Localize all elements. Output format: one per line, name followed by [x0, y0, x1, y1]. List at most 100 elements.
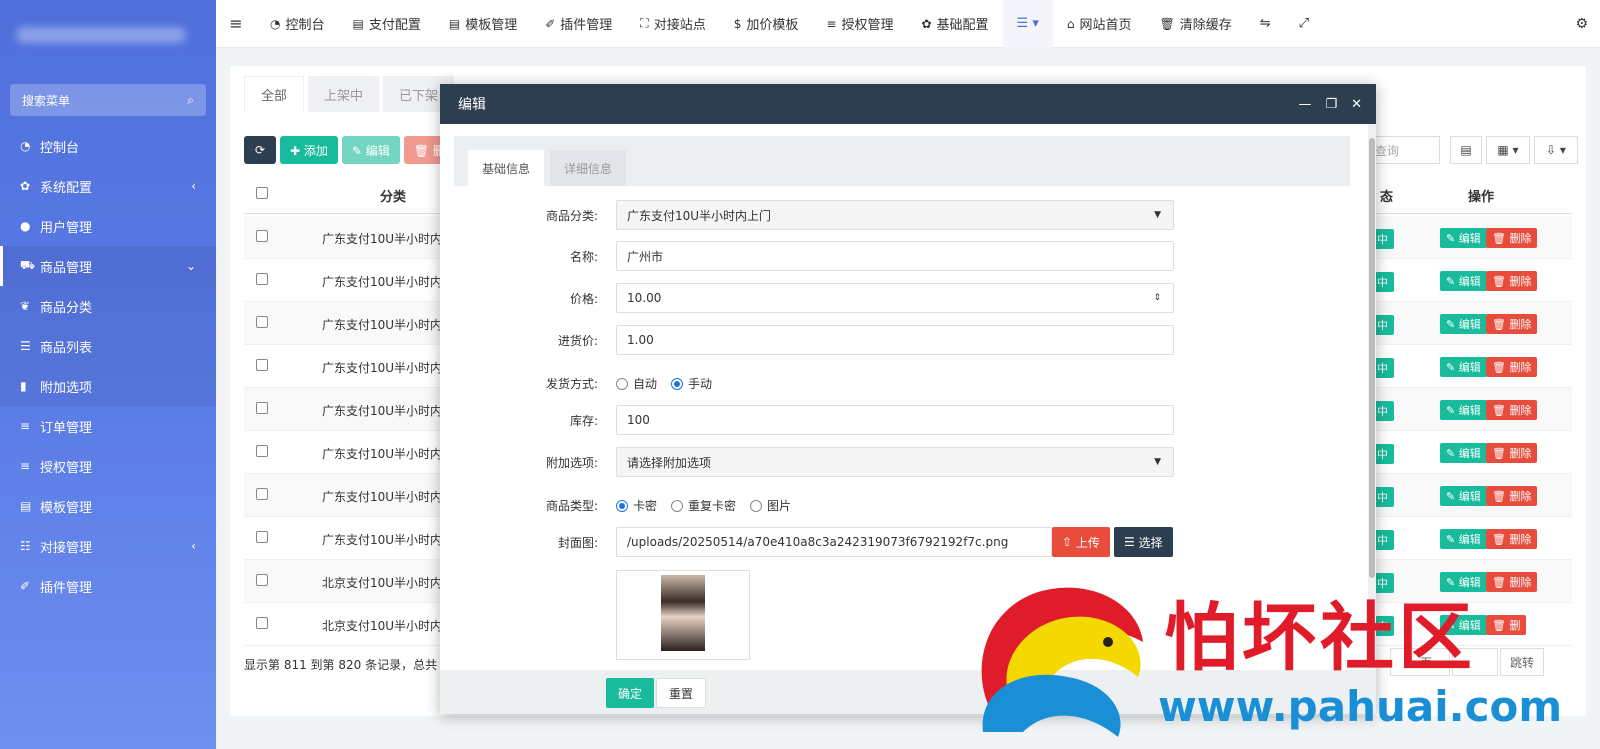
sidebar-item-11[interactable]: ✐ 插件管理 [0, 566, 216, 606]
menu-toggle-icon[interactable]: ≡ [216, 14, 256, 33]
modal-window-controls: — ❐ ✕ [1298, 84, 1362, 124]
sidebar-item-2[interactable]: ● 用户管理 [0, 206, 216, 246]
row-checkbox[interactable] [256, 574, 268, 586]
tab-basic-info[interactable]: 基础信息 [468, 150, 545, 186]
reset-button[interactable]: 重置 [656, 678, 707, 708]
row-edit-button[interactable]: ✎ 编辑 [1440, 271, 1487, 291]
row-edit-button[interactable]: ✎ 编辑 [1440, 486, 1487, 506]
row-edit-button[interactable]: ✎ 编辑 [1440, 314, 1487, 334]
list-dropdown-button[interactable]: ☰ ▾ [1002, 0, 1053, 48]
sidebar-item-7[interactable]: ≡ 订单管理 [0, 406, 216, 446]
tab-all[interactable]: 全部 [244, 76, 305, 112]
sidebar-item-0[interactable]: ◔ 控制台 [0, 126, 216, 166]
row-checkbox[interactable] [256, 402, 268, 414]
price-input[interactable]: 10.00 ⇕ [616, 283, 1174, 313]
sidebar-item-10[interactable]: ☷ 对接管理 ‹ [0, 526, 216, 566]
plug-icon: ✐ [20, 579, 31, 593]
close-icon[interactable]: ✕ [1351, 97, 1362, 112]
cover-path-input[interactable]: /uploads/20250514/a70e410a8c3a242319073f… [616, 527, 1052, 557]
topnav-item-items-7[interactable]: ✿ 基础配置 [907, 0, 1002, 48]
form-row-addon: 附加选项: 请选择附加选项 ▼ [440, 447, 1376, 477]
sidebar-search[interactable]: 搜索菜单 ⌕ [10, 84, 206, 116]
row-edit-button[interactable]: ✎ 编辑 [1440, 357, 1487, 377]
sidebar-item-1[interactable]: ✿ 系统配置 ‹ [0, 166, 216, 206]
sidebar-item-6[interactable]: ▮ 附加选项 [0, 366, 216, 406]
sidebar-item-4[interactable]: ❦ 商品分类 [0, 286, 216, 326]
row-delete-button[interactable]: 🗑 删除 [1486, 486, 1538, 506]
delivery-auto-radio[interactable]: 自动 [616, 375, 657, 392]
row-delete-button[interactable]: 🗑 删除 [1486, 529, 1538, 549]
table-search-input[interactable]: 查询 [1368, 136, 1440, 164]
row-edit-button[interactable]: ✎ 编辑 [1440, 529, 1487, 549]
scroll-thumb[interactable] [1369, 138, 1375, 578]
header-status: 态 [1380, 190, 1394, 205]
trash-icon: 🗑 [1159, 16, 1175, 31]
upload-button[interactable]: ⇧ 上传 [1052, 527, 1110, 557]
row-delete-button[interactable]: 🗑 删除 [1486, 357, 1538, 377]
row-checkbox[interactable] [256, 531, 268, 543]
topnav-item-items-2[interactable]: ▤ 模板管理 [435, 0, 531, 48]
maximize-icon[interactable]: ❐ [1325, 97, 1337, 112]
type-image-radio[interactable]: 图片 [750, 497, 791, 514]
row-delete-button[interactable]: 🗑 删除 [1486, 271, 1538, 291]
export-icon[interactable]: ⇩ ▾ [1534, 136, 1578, 164]
select-all-checkbox[interactable] [256, 187, 268, 199]
delivery-manual-radio[interactable]: 手动 [671, 375, 712, 392]
topnav-item-items-1[interactable]: ▤ 支付配置 [339, 0, 435, 48]
addon-select[interactable]: 请选择附加选项 ▼ [616, 447, 1174, 477]
type-card-radio[interactable]: 卡密 [616, 497, 657, 514]
modal-header: 编辑 — ❐ ✕ [440, 84, 1376, 124]
toggle-view-icon[interactable]: ▤ [1450, 136, 1482, 164]
row-checkbox[interactable] [256, 230, 268, 242]
row-edit-button[interactable]: ✎ 编辑 [1440, 443, 1487, 463]
topnav-item-right_items-1[interactable]: 🗑 清除缓存 [1145, 0, 1245, 48]
row-checkbox[interactable] [256, 488, 268, 500]
row-delete-button[interactable]: 🗑 删除 [1486, 228, 1538, 248]
row-delete-button[interactable]: 🗑 删除 [1486, 443, 1538, 463]
row-delete-button[interactable]: 🗑 删除 [1486, 400, 1538, 420]
fullscreen-icon[interactable]: ⤢ [1285, 0, 1323, 48]
sidebar-item-9[interactable]: ▤ 模板管理 [0, 486, 216, 526]
settings-gear-icon[interactable]: ⚙ [1575, 16, 1588, 32]
tab-on-sale[interactable]: 上架中 [308, 76, 380, 112]
minimize-icon[interactable]: — [1298, 97, 1311, 112]
sidebar-item-label: 控制台 [40, 140, 80, 156]
columns-icon[interactable]: ▦ ▾ [1486, 136, 1530, 164]
row-checkbox[interactable] [256, 445, 268, 457]
modal-title: 编辑 [458, 97, 486, 113]
tab-detail-info[interactable]: 详细信息 [550, 150, 627, 186]
row-category: 广东支付10U半小时内 [322, 232, 443, 246]
row-checkbox[interactable] [256, 273, 268, 285]
delivery-radios: 自动 手动 [616, 375, 712, 392]
confirm-button[interactable]: 确定 [606, 678, 655, 708]
topnav-item-items-0[interactable]: ◔ 控制台 [256, 0, 339, 48]
row-checkbox[interactable] [256, 316, 268, 328]
topnav-item-items-4[interactable]: ⛶ 对接站点 [626, 0, 719, 48]
sidebar-item-3[interactable]: ⛟ 商品管理 ⌄ [0, 246, 216, 286]
refresh-button[interactable]: ⟳ [244, 136, 276, 164]
topnav-item-items-5[interactable]: $ 加价模板 [720, 0, 813, 48]
row-edit-button[interactable]: ✎ 编辑 [1440, 228, 1487, 248]
stock-input[interactable]: 100 [616, 405, 1174, 435]
category-select[interactable]: 广东支付10U半小时内上门 ▼ [616, 200, 1174, 230]
topnav-item-right_items-0[interactable]: ⌂ 网站首页 [1053, 0, 1146, 48]
row-checkbox[interactable] [256, 359, 268, 371]
type-repeat-card-radio[interactable]: 重复卡密 [671, 497, 736, 514]
topnav-item-items-3[interactable]: ✐ 插件管理 [531, 0, 626, 48]
cover-thumbnail [616, 570, 750, 660]
cost-input[interactable]: 1.00 [616, 325, 1174, 355]
row-delete-button[interactable]: 🗑 删除 [1486, 314, 1538, 334]
spinner-icon[interactable]: ⇕ [1153, 293, 1161, 303]
edit-button[interactable]: ✎ 编辑 [341, 136, 400, 164]
choose-button[interactable]: ☰ 选择 [1114, 527, 1173, 557]
add-button[interactable]: ✚ 添加 [280, 136, 338, 164]
watermark: 怕坏社区 www.pahuai.com [968, 572, 1588, 744]
translate-icon[interactable]: ⇋ [1246, 0, 1285, 48]
topnav-item-items-6[interactable]: ≡ 授权管理 [812, 0, 907, 48]
row-checkbox[interactable] [256, 617, 268, 629]
sidebar-item-8[interactable]: ≡ 授权管理 [0, 446, 216, 486]
sidebar-item-5[interactable]: ☰ 商品列表 [0, 326, 216, 366]
radio-dot [750, 499, 763, 512]
row-edit-button[interactable]: ✎ 编辑 [1440, 400, 1487, 420]
name-input[interactable]: 广州市 [616, 241, 1174, 271]
